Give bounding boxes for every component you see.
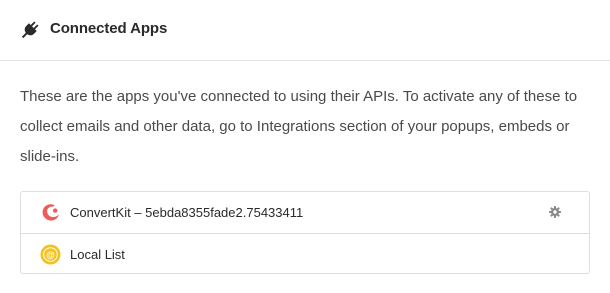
list-item[interactable]: ConvertKit – 5ebda8355fade2.75433411 xyxy=(21,192,589,233)
gear-icon[interactable] xyxy=(549,206,561,218)
description-text: These are the apps you've connected to u… xyxy=(20,88,578,165)
connected-apps-list: ConvertKit – 5ebda8355fade2.75433411 @ L… xyxy=(20,191,590,274)
convertkit-logo xyxy=(42,204,59,221)
panel-header: Connected Apps xyxy=(0,0,610,61)
app-name: Local List xyxy=(70,247,125,262)
page-title: Connected Apps xyxy=(50,20,168,37)
local-list-logo: @ xyxy=(40,244,61,265)
app-name: ConvertKit – 5ebda8355fade2.75433411 xyxy=(70,205,304,220)
svg-text:@: @ xyxy=(46,250,55,260)
plug-icon xyxy=(21,21,39,39)
list-item[interactable]: @ Local List xyxy=(21,233,589,274)
